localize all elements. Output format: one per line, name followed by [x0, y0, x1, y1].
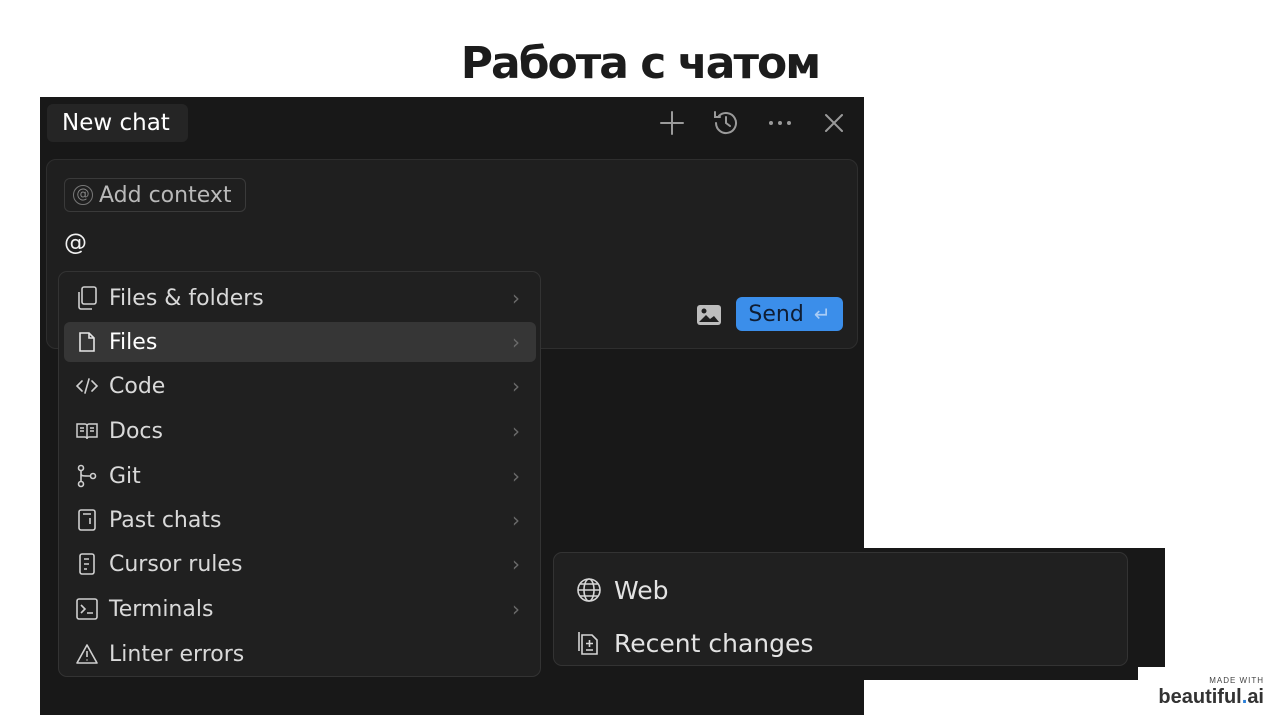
menu-item-label: Past chats	[109, 507, 222, 533]
git-branch-icon	[75, 464, 99, 488]
brand-logo: beautiful.ai	[1158, 686, 1264, 709]
files-folders-icon	[75, 286, 99, 310]
menu-item-label: Files	[109, 329, 158, 355]
menu-item-label: Git	[109, 463, 141, 489]
menu-item-linter-errors[interactable]: Linter errors	[64, 634, 536, 674]
enter-icon: ↵	[813, 302, 831, 326]
close-icon[interactable]	[814, 103, 854, 143]
menu-item-cursor-rules[interactable]: Cursor rules ›	[64, 544, 536, 584]
add-context-label: Add context	[99, 182, 232, 208]
chevron-right-icon: ›	[512, 597, 520, 621]
diff-icon	[576, 630, 602, 656]
chevron-right-icon: ›	[512, 464, 520, 488]
menu-item-label: Terminals	[109, 596, 214, 622]
send-label: Send	[748, 301, 804, 327]
header-actions	[652, 103, 854, 143]
sub-item-recent-changes[interactable]: Recent changes	[576, 626, 813, 660]
popup-backdrop-edge	[864, 667, 1138, 680]
chevron-right-icon: ›	[512, 286, 520, 310]
menu-item-code[interactable]: Code ›	[64, 366, 536, 406]
chevron-right-icon: ›	[512, 374, 520, 398]
made-with-label: MADE WITH	[1209, 676, 1264, 685]
rules-icon	[75, 552, 99, 576]
code-icon	[75, 374, 99, 398]
at-icon: @	[73, 185, 93, 205]
menu-item-git[interactable]: Git ›	[64, 456, 536, 496]
menu-item-label: Docs	[109, 418, 163, 444]
warning-icon	[75, 642, 99, 666]
tab-new-chat[interactable]: New chat	[47, 104, 188, 142]
chat-history-icon	[75, 508, 99, 532]
chat-input[interactable]: @	[64, 230, 87, 256]
file-icon	[75, 330, 99, 354]
brand-name-suffix: ai	[1247, 686, 1264, 708]
slide: Работа с чатом New chat @ Add context @ …	[0, 0, 1280, 720]
chevron-right-icon: ›	[512, 508, 520, 532]
chevron-right-icon: ›	[512, 419, 520, 443]
menu-item-label: Code	[109, 373, 166, 399]
sub-item-web[interactable]: Web	[576, 573, 669, 607]
menu-item-label: Cursor rules	[109, 551, 243, 577]
sub-item-label: Web	[614, 575, 669, 605]
image-icon[interactable]	[695, 303, 723, 327]
sub-item-label: Recent changes	[614, 628, 814, 658]
globe-icon	[576, 577, 602, 603]
menu-item-files[interactable]: Files ›	[64, 322, 536, 362]
terminal-icon	[75, 597, 99, 621]
menu-item-label: Files & folders	[109, 285, 264, 311]
send-button[interactable]: Send ↵	[736, 297, 843, 331]
more-icon[interactable]	[760, 103, 800, 143]
menu-item-past-chats[interactable]: Past chats ›	[64, 500, 536, 540]
menu-item-terminals[interactable]: Terminals ›	[64, 589, 536, 629]
menu-item-files-folders[interactable]: Files & folders ›	[64, 278, 536, 318]
chevron-right-icon: ›	[512, 552, 520, 576]
plus-icon[interactable]	[652, 103, 692, 143]
add-context-button[interactable]: @ Add context	[64, 178, 246, 212]
menu-item-label: Linter errors	[109, 641, 245, 667]
sub-menu: Web Recent changes	[553, 552, 1128, 666]
book-icon	[75, 419, 99, 443]
menu-item-docs[interactable]: Docs ›	[64, 411, 536, 451]
brand-name-main: beautiful	[1158, 686, 1242, 708]
history-icon[interactable]	[706, 103, 746, 143]
mention-menu: Files & folders › Files › Code › Docs › …	[58, 271, 541, 677]
branding: MADE WITH beautiful.ai	[1158, 676, 1264, 709]
chevron-right-icon: ›	[512, 330, 520, 354]
slide-title: Работа с чатом	[460, 38, 821, 89]
